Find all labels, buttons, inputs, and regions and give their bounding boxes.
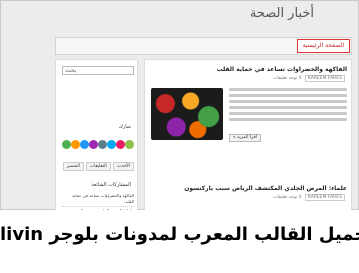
share-icon[interactable] <box>71 140 80 149</box>
post-author[interactable]: KAREEM FARES <box>304 75 345 82</box>
read-more-button[interactable]: اقرأ المزيد » <box>229 134 262 142</box>
post-body: اقرأ المزيد » <box>151 88 347 158</box>
blog-preview-frame: أخبار الصحة الصفحة الرئيسية بحث شارك الأ… <box>0 0 359 243</box>
post-excerpt <box>229 88 347 124</box>
share-icon[interactable] <box>107 140 116 149</box>
share-icons <box>62 140 134 150</box>
post-meta: KAREEM FARES لا توجد تعليقات <box>151 75 347 82</box>
nav-home-link[interactable]: الصفحة الرئيسية <box>296 39 350 53</box>
site-title[interactable]: أخبار الصحة <box>250 6 314 21</box>
post-meta: KAREEM FARES لا توجد تعليقات <box>151 194 347 201</box>
post-card: علماء: المرض الجلدي المكتشف الرياض سبب ب… <box>151 185 347 201</box>
search-button[interactable]: بحث <box>65 67 76 75</box>
banner-caption: livin تحميل القالب المعرب لمدونات بلوجر <box>0 224 359 245</box>
post-comments[interactable]: لا توجد تعليقات <box>273 76 301 81</box>
post-thumbnail[interactable] <box>151 88 223 140</box>
sidebar: بحث شارك الأحدث التعليقات المتميز المشار… <box>55 59 138 243</box>
list-item[interactable]: الفاكهة والخضراوات تساعد في حماية القلب <box>62 192 134 207</box>
share-icon[interactable] <box>80 140 89 149</box>
main-content: الفاكهة والخضراوات تساعد في حماية القلب … <box>144 59 352 211</box>
nav-bar: الصفحة الرئيسية <box>55 37 352 55</box>
banner: livin تحميل القالب المعرب لمدونات بلوجر <box>0 210 359 273</box>
share-icon[interactable] <box>116 140 125 149</box>
share-icon[interactable] <box>125 140 134 149</box>
share-heading: شارك <box>118 124 131 130</box>
post-card: الفاكهة والخضراوات تساعد في حماية القلب … <box>151 66 347 158</box>
share-icon[interactable] <box>62 140 71 149</box>
post-title[interactable]: علماء: المرض الجلدي المكتشف الرياض سبب ب… <box>151 185 347 192</box>
share-icon[interactable] <box>98 140 107 149</box>
tab-comments[interactable]: التعليقات <box>85 162 111 171</box>
search-input[interactable]: بحث <box>62 66 134 75</box>
post-author[interactable]: KAREEM FARES <box>304 194 345 201</box>
tab-featured[interactable]: المتميز <box>62 162 84 171</box>
post-comments[interactable]: لا توجد تعليقات <box>273 195 301 200</box>
share-icon[interactable] <box>89 140 98 149</box>
sidebar-tabs: الأحدث التعليقات المتميز <box>62 162 134 172</box>
recent-posts-heading: المشاركات الشائعة <box>91 182 131 188</box>
post-title[interactable]: الفاكهة والخضراوات تساعد في حماية القلب <box>151 66 347 73</box>
tab-recent[interactable]: الأحدث <box>112 162 134 171</box>
